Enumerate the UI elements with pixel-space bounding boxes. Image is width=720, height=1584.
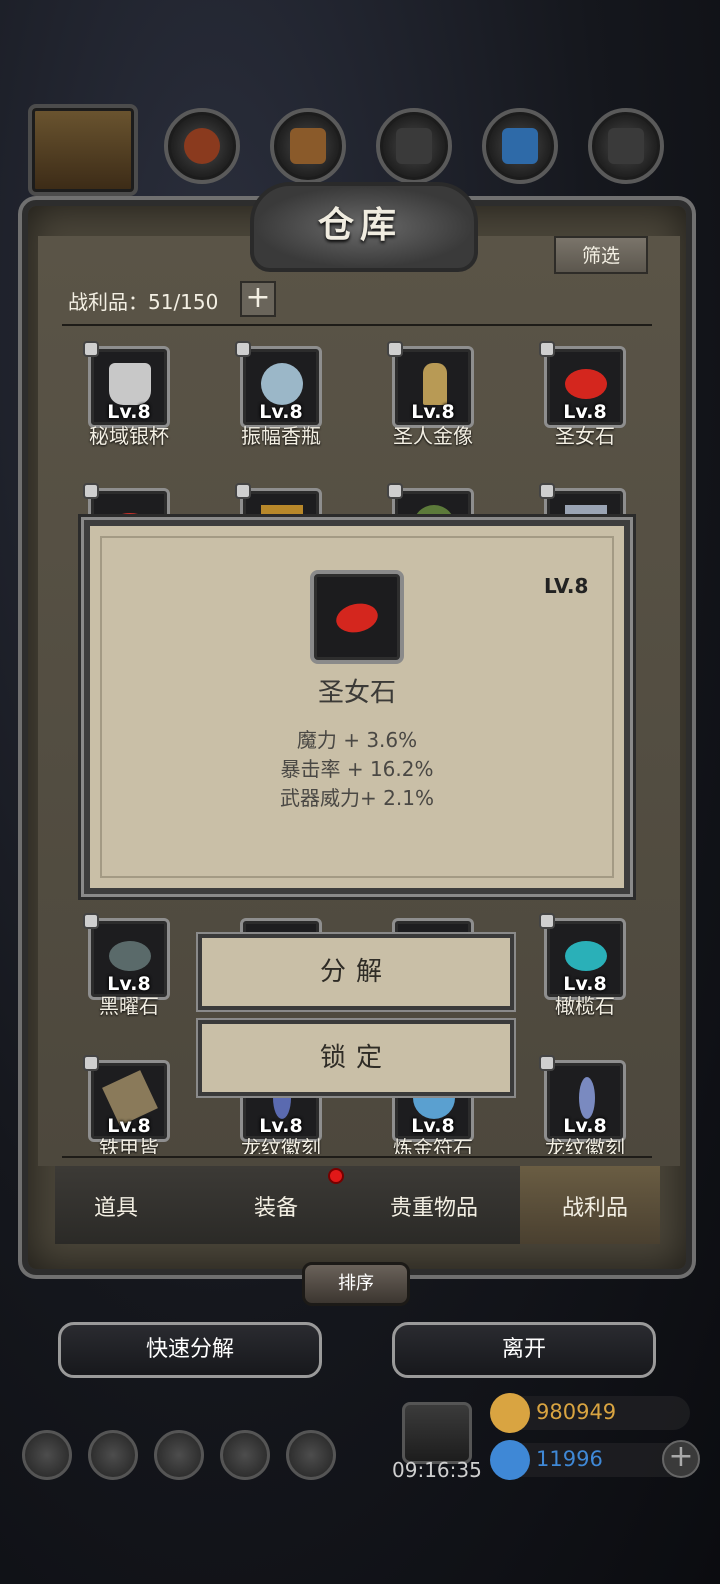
tab-items[interactable]: 道具	[94, 1190, 138, 1222]
item-name: 圣人金像	[393, 424, 473, 448]
expand-capacity-button[interactable]: +	[240, 281, 276, 317]
add-currency-button[interactable]: +	[662, 1440, 700, 1478]
lock-icon	[539, 913, 555, 929]
shop-icon[interactable]	[286, 1430, 336, 1480]
decompose-button[interactable]: 分解	[198, 934, 514, 1010]
lock-icon	[539, 483, 555, 499]
stat-magic: 魔力 + 3.6%	[296, 728, 418, 752]
stat-weapon-power: 武器威力+ 2.1%	[280, 786, 434, 810]
item-name: 铁甲皆	[99, 1136, 159, 1154]
category-icon-3[interactable]	[376, 108, 452, 184]
lock-icon	[235, 341, 251, 357]
item-slot-r4c1[interactable]: Lv.8	[83, 1055, 170, 1142]
item-slot-r4c4[interactable]: Lv.8	[539, 1055, 626, 1142]
filter-button[interactable]: 筛选	[554, 236, 648, 274]
olivine-icon	[565, 941, 607, 971]
item-name: 黑曜石	[99, 994, 159, 1018]
dragon-emblem-icon	[579, 1077, 595, 1119]
lock-icon	[235, 483, 251, 499]
gold-coin-icon	[490, 1393, 530, 1433]
item-slot-r1c1[interactable]: Lv.8	[83, 341, 170, 428]
category-icon-1[interactable]	[164, 108, 240, 184]
item-name: 龙纹徽刻	[241, 1136, 321, 1154]
gem-amount: 11996	[536, 1447, 603, 1471]
capacity-label: 战利品：51/150	[68, 290, 219, 314]
divider-top	[62, 324, 652, 326]
page-title: 仓库	[317, 205, 402, 246]
obsidian-icon	[109, 941, 151, 971]
leave-button[interactable]: 离开	[392, 1322, 656, 1378]
lock-icon	[83, 341, 99, 357]
red-gem-icon	[565, 369, 607, 399]
divider-bottom	[62, 1156, 652, 1158]
item-name: 秘域银杯	[89, 424, 169, 448]
countdown-timer: 09:16:35	[392, 1458, 482, 1482]
hero-portrait[interactable]	[28, 104, 138, 196]
ranking-icon[interactable]	[154, 1430, 204, 1480]
category-icon-2[interactable]	[270, 108, 346, 184]
settings-icon[interactable]	[22, 1430, 72, 1480]
item-slot-r1c2[interactable]: Lv.8	[235, 341, 322, 428]
silver-cup-icon	[109, 363, 151, 405]
tab-loot[interactable]: 战利品	[562, 1190, 628, 1222]
item-name: 振幅香瓶	[241, 424, 321, 448]
gold-amount: 980949	[536, 1400, 617, 1424]
category-icon-4[interactable]	[482, 108, 558, 184]
lock-icon	[539, 341, 555, 357]
notification-dot	[328, 1168, 344, 1184]
red-gem-icon	[333, 599, 381, 637]
modal-item-slot	[310, 570, 404, 664]
item-slot-r3c1[interactable]: Lv.8	[83, 913, 170, 1000]
star-icon[interactable]	[88, 1430, 138, 1480]
stat-crit-rate: 暴击率 + 16.2%	[280, 757, 434, 781]
lock-icon	[387, 341, 403, 357]
gem-icon	[490, 1440, 530, 1480]
perfume-bottle-icon	[261, 363, 303, 405]
item-slot-r1c4[interactable]: Lv.8	[539, 341, 626, 428]
modal-item-name: 圣女石	[317, 678, 396, 708]
gift-box-icon[interactable]	[402, 1402, 472, 1464]
modal-item-level: LV.8	[544, 574, 589, 598]
lock-icon	[83, 913, 99, 929]
mail-icon[interactable]	[220, 1430, 270, 1480]
item-slot-r3c4[interactable]: Lv.8	[539, 913, 626, 1000]
golden-statue-icon	[423, 363, 447, 405]
item-name: 圣女石	[555, 424, 615, 448]
item-name: 橄榄石	[555, 994, 615, 1018]
lock-icon	[83, 1055, 99, 1071]
lock-button[interactable]: 锁定	[198, 1020, 514, 1096]
tab-valuables[interactable]: 贵重物品	[390, 1190, 478, 1222]
tab-equipment[interactable]: 装备	[254, 1190, 298, 1222]
quick-decompose-button[interactable]: 快速分解	[58, 1322, 322, 1378]
item-slot-r1c3[interactable]: Lv.8	[387, 341, 474, 428]
lock-icon	[387, 483, 403, 499]
item-name: 龙纹徽刻	[545, 1136, 625, 1154]
lock-icon	[83, 483, 99, 499]
item-name: 炼金符石	[393, 1136, 473, 1154]
category-icon-5[interactable]	[588, 108, 664, 184]
lock-icon	[539, 1055, 555, 1071]
sort-button[interactable]: 排序	[302, 1262, 410, 1306]
